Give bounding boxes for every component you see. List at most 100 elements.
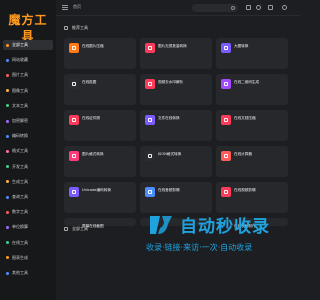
sidebar-item[interactable]: 图表生成 (3, 253, 53, 263)
tool-description (69, 56, 133, 65)
tool-title: 在线证件照 (82, 116, 100, 120)
tool-card[interactable]: 在线文档压缩 (216, 110, 288, 141)
tool-card[interactable]: 图片格式转换 (64, 146, 136, 177)
tool-card[interactable]: 大图转换 (216, 38, 288, 69)
sidebar-item[interactable]: 查询工具 (3, 192, 53, 202)
tool-description (221, 200, 285, 209)
tool-icon (145, 151, 155, 161)
sidebar-item[interactable]: 开发工具 (3, 162, 53, 172)
sidebar-item-label: 查询工具 (12, 194, 28, 199)
sidebar-item[interactable]: 单位换算 (3, 222, 53, 232)
sidebar-item-label: 文本工具 (12, 102, 28, 108)
sidebar-item-label: 其他工具 (12, 270, 28, 275)
sidebar-item-label: 开发工具 (12, 163, 28, 169)
tool-description (221, 128, 285, 137)
breadcrumb-home[interactable]: 首页 (73, 4, 81, 10)
tool-card[interactable]: 在线视频剪辑 (216, 182, 288, 213)
tool-card[interactable]: 视频去水印解析 (140, 74, 212, 105)
tool-icon (69, 43, 79, 53)
category-icon (6, 73, 9, 77)
tool-card[interactable]: JSON格式转换 (140, 146, 212, 177)
tool-card[interactable]: 图片无损批量转换 (140, 38, 212, 69)
tool-icon (145, 187, 155, 197)
tool-description (69, 128, 133, 137)
settings-icon[interactable] (268, 5, 273, 10)
watermark-logo-icon (150, 216, 172, 234)
sidebar-item-label: 格式工具 (12, 148, 28, 154)
category-icon (6, 134, 9, 138)
tool-description (145, 92, 209, 101)
sidebar-item[interactable]: 在线工具 (3, 238, 53, 248)
grid-icon (64, 227, 68, 231)
tool-description (69, 164, 133, 173)
sidebar-item[interactable]: 文本工具 (3, 101, 53, 111)
tool-title: 图片无损批量转换 (158, 44, 187, 48)
tool-card[interactable]: 在线音频剪辑 (140, 182, 212, 213)
sidebar-item[interactable]: 格式工具 (3, 146, 53, 156)
tool-title: 文件在线转换 (158, 116, 180, 120)
tool-title: 在线图片压缩 (82, 44, 104, 48)
tool-card[interactable]: 在线抠图 (64, 74, 136, 105)
tool-card[interactable]: 在线证件照 (64, 110, 136, 141)
tool-icon (145, 43, 155, 53)
sidebar-item-label: 加密解密 (12, 118, 28, 123)
tool-title: 在线二维码生成 (234, 80, 260, 84)
sidebar-item[interactable]: 生成工具 (3, 177, 53, 187)
tool-card[interactable]: 文件在线转换 (140, 110, 212, 141)
fullscreen-icon[interactable] (246, 5, 251, 10)
tool-card[interactable]: 在线计算器 (216, 146, 288, 177)
tool-card[interactable]: 在线二维码生成 (216, 74, 288, 105)
tool-icon (69, 115, 79, 125)
search-icon[interactable] (231, 6, 235, 10)
tool-title: 在线视频剪辑 (234, 188, 256, 192)
sidebar-item[interactable]: 加密解密 (3, 116, 53, 126)
tool-description (145, 56, 209, 65)
category-icon (6, 241, 9, 245)
theme-icon[interactable] (256, 5, 261, 10)
tool-description (221, 56, 285, 65)
sidebar-item[interactable]: 数字工具 (3, 207, 53, 217)
tool-title: 在线文档压缩 (234, 116, 256, 120)
sidebar-item[interactable]: 图像工具 (3, 86, 53, 96)
sidebar-item-label: 编码转换 (12, 133, 28, 139)
grid-icon (64, 26, 68, 30)
app-logo[interactable]: 魔方工具 (4, 12, 52, 43)
menu-icon[interactable] (62, 5, 68, 10)
tool-title: 在线计算器 (234, 152, 252, 156)
category-icon (6, 225, 9, 229)
category-icon (6, 58, 9, 62)
tool-card[interactable]: 在线图片压缩 (64, 38, 136, 69)
tool-description (69, 200, 133, 209)
sidebar-item-label: 全部工具 (12, 42, 28, 47)
tool-title: 视频去水印解析 (158, 80, 184, 84)
section-all: 全部工具 (64, 225, 88, 233)
user-icon[interactable] (282, 5, 287, 10)
sidebar-item-label: 生成工具 (12, 178, 28, 184)
sidebar-item[interactable]: 编码转换 (3, 131, 53, 141)
watermark-title: 自动秒收录 (180, 217, 270, 237)
category-icon (6, 195, 9, 199)
sidebar-item[interactable]: 图片工具 (3, 70, 53, 80)
category-icon (6, 43, 9, 47)
sidebar-item[interactable]: 网站收藏 (3, 55, 53, 65)
search-input[interactable] (192, 4, 238, 12)
sidebar-item-label: 单位换算 (12, 224, 28, 230)
tool-description (221, 92, 285, 101)
sidebar: 魔方工具 全部工具网站收藏图片工具图像工具文本工具加密解密编码转换格式工具开发工… (0, 0, 56, 300)
tool-icon (69, 151, 79, 161)
tool-icon (145, 115, 155, 125)
sidebar-item-label: 图像工具 (12, 87, 28, 93)
section-recommended: 推荐工具 (64, 24, 88, 32)
tool-icon (221, 79, 231, 89)
tool-description (221, 164, 285, 173)
watermark-subtitle: 收录·链接·来访·一次·自动收录 (146, 243, 253, 252)
top-bar: 首页 (56, 0, 300, 16)
category-icon (6, 271, 9, 275)
tool-card[interactable]: Unicode编码转换 (64, 182, 136, 213)
tool-icon (221, 43, 231, 53)
sidebar-item[interactable]: 全部工具 (3, 40, 53, 50)
tool-icon (221, 151, 231, 161)
sidebar-item-label: 在线工具 (12, 239, 28, 245)
sidebar-item-label: 图表生成 (12, 254, 28, 260)
sidebar-item[interactable]: 其他工具 (3, 268, 53, 278)
